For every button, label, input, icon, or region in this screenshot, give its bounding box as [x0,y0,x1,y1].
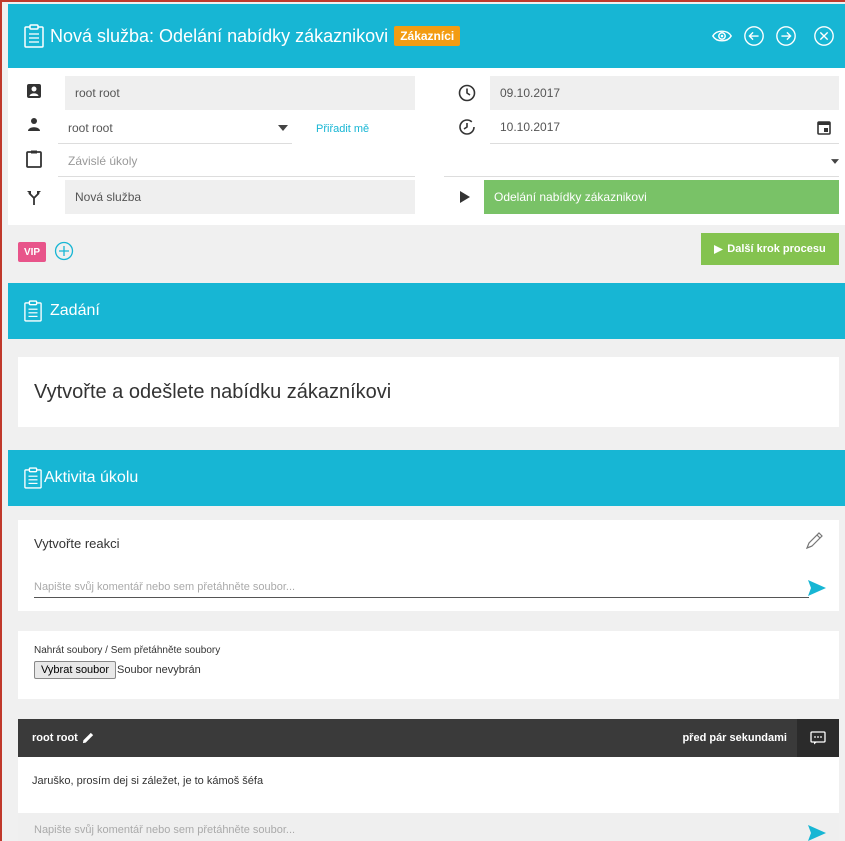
dependent-tasks-field[interactable]: Závislé úkoly [58,145,415,177]
next-step-label: Další krok procesu [727,243,826,255]
comment-bubble-icon [810,731,826,745]
no-file-text: Soubor nevybrán [117,664,201,676]
assignment-text: Vytvořte a odešlete nabídku zákazníkovi [34,381,392,403]
send-icon[interactable] [808,580,826,596]
process-field: Nová služba [65,180,415,214]
timer-icon [459,119,475,135]
process-name: Nová služba [75,190,142,204]
dependent-tasks-select[interactable] [444,145,839,177]
arrow-left-circle-icon[interactable] [743,25,765,47]
comment-text: Jaruško, prosím dej si záležet, je to ká… [32,775,264,787]
reaction-card: Vytvořte reakci [18,520,839,611]
chevron-down-icon [831,159,839,164]
owner-name: root root [75,86,120,100]
upload-card: Nahrát soubory / Sem přetáhněte soubory … [18,631,839,699]
dependent-tasks-placeholder: Závislé úkoly [68,153,138,168]
owner-field: root root [65,76,415,110]
comment-input[interactable] [34,576,809,598]
comment-body: Jaruško, prosím dej si záležet, je to ká… [18,757,839,813]
process-fork-icon [27,191,41,205]
send-icon[interactable] [808,825,826,841]
assignment-title: Zadání [50,302,100,319]
arrow-right-circle-icon[interactable] [775,25,797,47]
comment-time: před pár sekundami [682,732,787,744]
window-frame-top [0,0,845,2]
edit-pencil-icon[interactable] [82,731,95,744]
comment-header: root root před pár sekundami [18,719,839,757]
task-header: Nová služba: Odelání nabídky zákaznikovi… [8,4,845,68]
current-step: Odelání nabídky zákaznikovi [494,190,647,204]
clipboard-icon [24,300,42,322]
activity-section-header: Aktivita úkolu [8,450,845,506]
clipboard-dark-icon [26,150,42,168]
clipboard-icon [24,467,42,489]
assignment-section-header: Zadání [8,283,845,339]
upload-label: Nahrát soubory / Sem přetáhněte soubory [34,645,221,656]
eye-icon[interactable] [711,25,733,47]
add-tag-icon[interactable] [54,241,74,261]
person-icon [28,118,40,131]
owner-badge-icon [27,84,41,98]
task-info-panel: root root root root Přiřadit mě Závislé … [8,68,845,225]
category-badge[interactable]: Zákazníci [394,26,461,46]
next-step-button[interactable]: Další krok procesu [701,233,839,265]
chevron-down-icon [278,125,288,131]
start-date-field: 09.10.2017 [490,76,839,110]
play-icon [460,191,470,203]
reply-input[interactable] [34,819,794,841]
play-icon [714,244,724,254]
assignee-select[interactable]: root root [58,112,292,144]
comment-author: root root [32,732,78,744]
activity-title: Aktivita úkolu [44,469,139,486]
due-date: 10.10.2017 [500,119,561,134]
choose-file-button[interactable]: Vybrat soubor [34,661,117,679]
comment-reply-row [18,813,839,841]
assign-me-link[interactable]: Přiřadit mě [316,123,369,135]
calendar-icon[interactable] [817,120,831,135]
current-step-field: Odelání nabídky zákaznikovi [484,180,839,214]
task-toolbar: VIP Další krok procesu [8,225,845,283]
vip-tag[interactable]: VIP [18,242,46,262]
page-title: Nová služba: Odelání nabídky zákaznikovi [50,25,389,46]
header-actions [711,25,835,47]
due-date-field[interactable]: 10.10.2017 [490,110,839,144]
window-frame-left [0,0,2,841]
clipboard-icon [24,24,44,48]
close-circle-icon[interactable] [813,25,835,47]
start-date: 09.10.2017 [500,86,561,100]
assignment-card: Vytvořte a odešlete nabídku zákazníkovi [18,357,839,427]
reaction-title: Vytvořte reakci [34,536,120,551]
reply-button[interactable] [797,719,839,757]
assignee-name: root root [68,120,113,135]
pencil-icon[interactable] [803,530,825,552]
clock-icon [458,84,476,102]
